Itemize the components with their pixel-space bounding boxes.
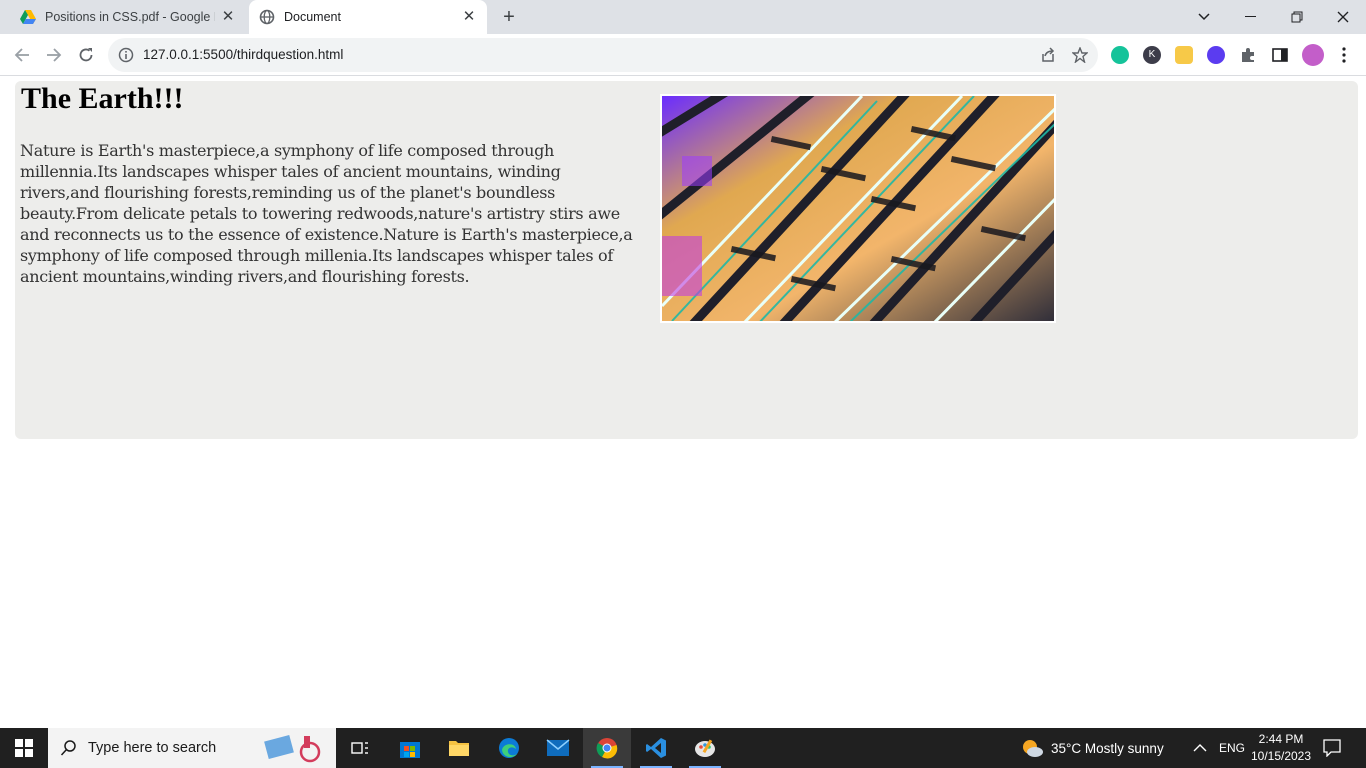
s-extension-icon[interactable] [1207, 46, 1225, 64]
close-window-button[interactable] [1320, 0, 1366, 34]
clock-time: 2:44 PM [1258, 732, 1304, 746]
weather-widget[interactable]: 35°C Mostly sunny [1020, 728, 1164, 768]
fifty-extension-icon[interactable] [1175, 46, 1193, 64]
bookmark-star-icon[interactable] [1072, 47, 1088, 63]
edge-button[interactable] [485, 728, 533, 768]
notification-icon [1323, 739, 1341, 757]
tab-document[interactable]: Document ✕ [249, 0, 487, 34]
task-view-button[interactable] [336, 728, 384, 768]
share-icon[interactable] [1040, 47, 1056, 63]
chrome-icon [596, 738, 618, 759]
clock-date: 10/15/2023 [1250, 749, 1312, 763]
system-clock[interactable]: 2:44 PM 10/15/2023 [1248, 731, 1314, 765]
menu-kebab-icon[interactable] [1340, 46, 1348, 64]
tab-title: Document [284, 10, 341, 24]
browser-toolbar: 127.0.0.1:5500/thirdquestion.html K [0, 34, 1366, 76]
address-bar[interactable]: 127.0.0.1:5500/thirdquestion.html [108, 38, 1098, 72]
tab-search-button[interactable] [1181, 0, 1227, 34]
k-extension-icon[interactable]: K [1143, 46, 1161, 64]
back-arrow-icon [14, 48, 29, 62]
edge-icon [499, 738, 519, 758]
globe-icon [259, 9, 275, 25]
close-tab-icon[interactable]: ✕ [461, 9, 477, 25]
windows-logo-icon [15, 739, 33, 757]
info-icon[interactable] [118, 47, 134, 63]
profile-avatar[interactable] [1302, 44, 1324, 66]
back-button[interactable] [10, 43, 34, 67]
start-button[interactable] [0, 728, 48, 768]
close-icon [1337, 11, 1349, 23]
tab-strip: Positions in CSS.pdf - Google Dr ✕ Docum… [0, 0, 1366, 34]
folder-icon [449, 741, 469, 756]
taskbar-search-box[interactable]: Type here to search [48, 728, 336, 768]
tab-positions-pdf[interactable]: Positions in CSS.pdf - Google Dr ✕ [8, 0, 246, 34]
mail-icon [546, 739, 570, 756]
reload-button[interactable] [74, 43, 98, 67]
chrome-button[interactable] [583, 728, 631, 768]
tab-title: Positions in CSS.pdf - Google Dr [45, 10, 215, 24]
page-viewport: The Earth!!! Nature is Earth's masterpie… [0, 77, 1366, 728]
extensions-puzzle-icon[interactable] [1239, 46, 1257, 64]
paint-app-button[interactable] [681, 728, 729, 768]
file-explorer-button[interactable] [435, 728, 483, 768]
search-highlight-illustration-icon [264, 734, 321, 763]
chevron-up-icon [1193, 744, 1207, 752]
page-title: The Earth!!! [21, 82, 184, 115]
restore-button[interactable] [1274, 0, 1320, 34]
search-placeholder: Type here to search [88, 740, 217, 756]
language-indicator[interactable]: ENG [1219, 728, 1245, 768]
show-hidden-icons-button[interactable] [1193, 728, 1207, 768]
task-view-icon [351, 742, 368, 754]
palette-icon [695, 739, 715, 757]
vscode-button[interactable] [632, 728, 680, 768]
mail-button[interactable] [534, 728, 582, 768]
microsoft-store-button[interactable] [386, 728, 434, 768]
minimize-button[interactable] [1228, 0, 1274, 34]
search-icon [60, 740, 76, 756]
vscode-icon [646, 738, 666, 758]
restore-icon [1291, 11, 1303, 23]
forward-button[interactable] [42, 43, 66, 67]
close-tab-icon[interactable]: ✕ [220, 9, 236, 25]
reload-icon [79, 48, 93, 62]
new-tab-button[interactable]: + [498, 6, 520, 28]
side-panel-icon[interactable] [1271, 46, 1289, 64]
store-icon [400, 742, 420, 758]
url-text: 127.0.0.1:5500/thirdquestion.html [143, 47, 344, 62]
forward-arrow-icon [47, 48, 62, 62]
grammarly-extension-icon[interactable] [1111, 46, 1129, 64]
chevron-down-icon [1198, 13, 1210, 21]
notification-center-button[interactable] [1323, 728, 1341, 768]
weather-text: 35°C Mostly sunny [1051, 740, 1164, 756]
description-paragraph: Nature is Earth's masterpiece,a symphony… [20, 141, 633, 286]
windows-taskbar: Type here to search 35°C Mostly sunny EN… [0, 728, 1366, 768]
partly-sunny-icon [1023, 740, 1043, 757]
google-drive-icon [20, 10, 36, 24]
minimize-icon [1245, 16, 1256, 17]
abstract-image [660, 94, 1056, 323]
